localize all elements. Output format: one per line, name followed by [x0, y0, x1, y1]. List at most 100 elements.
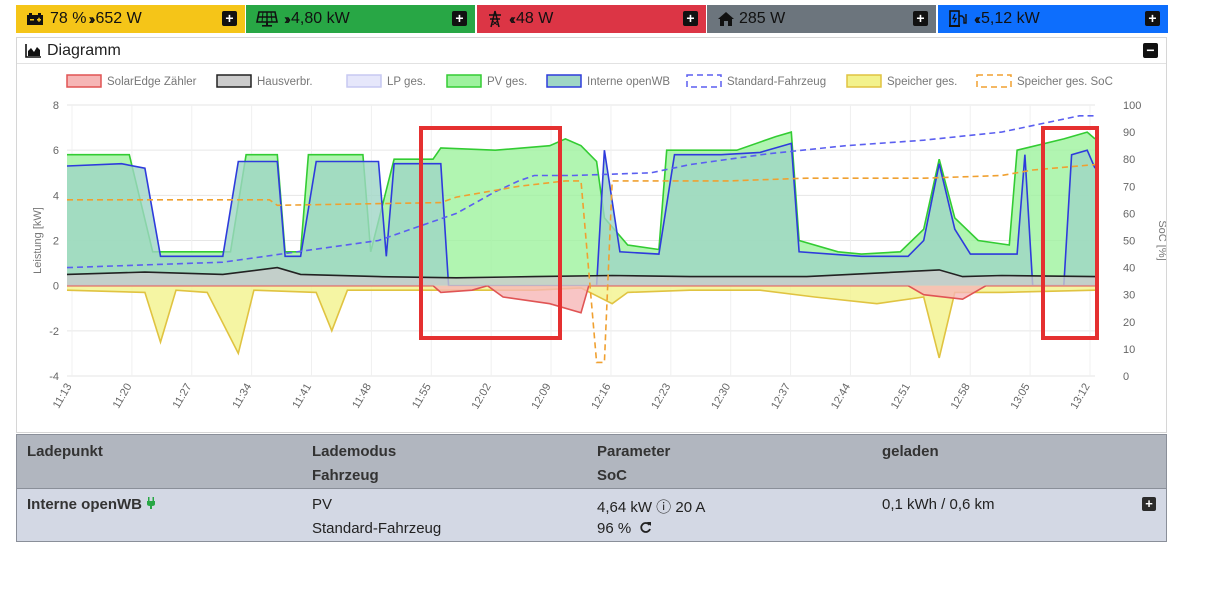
double-chevron-right-icon: ››	[284, 10, 291, 28]
y2-tick-label: 90	[1123, 127, 1135, 139]
x-tick-label: 11:27	[171, 382, 195, 411]
power-chart: -4 -2 0 2 4 6 8 11:13 11:20 11:27 11:34 11:41 11:48 1…	[32, 74, 1166, 412]
expand-grid-button[interactable]: +	[683, 11, 698, 26]
y2-tick-label: 30	[1123, 290, 1135, 302]
y2-tick-label: 80	[1123, 154, 1135, 166]
x-tick-label: 12:51	[889, 382, 913, 412]
vehicle-name[interactable]: Standard-Fahrzeug	[312, 520, 441, 537]
y2-tick-label: 60	[1123, 208, 1135, 220]
house-power: 285 W	[739, 10, 786, 27]
diagram-title: Diagramm	[47, 41, 121, 59]
y2-axis-label: SoC [%]	[1156, 220, 1166, 260]
legend-swatch	[976, 74, 1012, 88]
double-chevron-left-icon: ‹‹	[509, 10, 516, 28]
plug-icon	[146, 496, 156, 514]
battery-charging-icon	[26, 12, 46, 26]
double-chevron-left-icon: ‹‹	[974, 10, 981, 28]
refresh-icon[interactable]	[639, 521, 652, 538]
chargepoints-status-tile[interactable]: ‹‹ 5,12 kW +	[938, 5, 1168, 33]
legend-label[interactable]: SolarEdge Zähler	[107, 76, 197, 88]
legend-label[interactable]: Hausverbr.	[257, 76, 313, 88]
x-tick-label: 11:41	[290, 382, 314, 411]
y-tick-label: 4	[53, 190, 59, 202]
header-ladepunkt: Ladepunkt	[27, 443, 103, 460]
y2-tick-label: 50	[1123, 236, 1135, 248]
y-tick-label: 8	[53, 100, 59, 112]
grid-status-tile[interactable]: ‹‹ 48 W +	[477, 5, 706, 33]
legend-label[interactable]: Interne openWB	[587, 76, 670, 88]
legend-label[interactable]: LP ges.	[387, 76, 426, 88]
legend-label[interactable]: Standard-Fahrzeug	[727, 76, 826, 88]
header-fahrzeug: Fahrzeug	[312, 467, 379, 484]
legend-swatch	[846, 74, 882, 88]
y-axis-label: Leistung [kW]	[32, 207, 44, 274]
collapse-diagram-button[interactable]: −	[1143, 43, 1158, 58]
x-tick-label: 12:37	[769, 382, 793, 412]
expand-chargepoints-button[interactable]: +	[1145, 11, 1160, 26]
chargepoint-name: Interne openWB	[27, 496, 156, 514]
y-tick-label: 0	[53, 281, 59, 293]
charge-parameter: 4,64 kW ⓘ 20 A	[597, 499, 706, 516]
power-pole-icon	[487, 10, 503, 28]
legend-label[interactable]: Speicher ges.	[887, 76, 957, 88]
y-tick-label: 6	[53, 145, 59, 157]
status-bar: 78 % ›› 652 W + ›› 4,80 kW + ‹‹ 48 W + 2…	[16, 5, 1168, 33]
grid-power: 48 W	[516, 10, 554, 27]
y2-tick-label: 20	[1123, 317, 1135, 329]
x-tick-label: 11:13	[51, 382, 75, 411]
chargepoints-power: 5,12 kW	[981, 10, 1040, 27]
home-icon	[717, 11, 735, 27]
double-chevron-right-icon: ››	[88, 10, 95, 28]
table-header: Ladepunkt Lademodus Fahrzeug Parameter S…	[17, 435, 1166, 489]
expand-chargepoint-button[interactable]: +	[1142, 497, 1156, 511]
x-tick-label: 11:20	[111, 382, 135, 411]
y-tick-label: -4	[49, 371, 59, 383]
header-parameter: Parameter	[597, 443, 671, 460]
pv-power: 4,80 kW	[291, 10, 350, 27]
area-chart-icon	[25, 43, 41, 58]
charge-mode[interactable]: PV	[312, 496, 332, 513]
y2-tick-label: 10	[1123, 344, 1135, 356]
expand-house-button[interactable]: +	[913, 11, 928, 26]
pv-status-tile[interactable]: ›› 4,80 kW +	[246, 5, 475, 33]
header-lademodus: Lademodus	[312, 443, 397, 460]
expand-battery-button[interactable]: +	[222, 11, 237, 26]
table-row[interactable]: Interne openWB PV Standard-Fahrzeug 4,64…	[17, 489, 1166, 541]
vehicle-soc: 96 %	[597, 520, 652, 538]
battery-soc: 78 %	[50, 10, 87, 27]
battery-status-tile[interactable]: 78 % ›› 652 W +	[16, 5, 245, 33]
x-tick-label: 13:05	[1009, 382, 1033, 412]
x-tick-label: 12:16	[589, 382, 613, 412]
y-tick-label: 2	[53, 236, 59, 248]
chargepoint-name-text: Interne openWB	[27, 496, 142, 513]
x-tick-label: 12:02	[470, 382, 494, 412]
house-status-tile[interactable]: 285 W +	[707, 5, 936, 33]
diagram-header[interactable]: Diagramm −	[17, 38, 1166, 64]
legend-label[interactable]: PV ges.	[487, 76, 527, 88]
vehicle-soc-text: 96 %	[597, 520, 632, 537]
y2-tick-label: 0	[1123, 371, 1129, 383]
x-tick-label: 11:48	[350, 382, 374, 411]
x-tick-label: 12:58	[949, 382, 973, 412]
x-tick-label: 12:44	[829, 382, 853, 412]
legend-swatch	[346, 74, 382, 88]
charging-station-icon	[948, 10, 968, 28]
x-tick-label: 13:12	[1068, 382, 1092, 412]
legend-swatch	[446, 74, 482, 88]
expand-pv-button[interactable]: +	[452, 11, 467, 26]
diagram-card: Diagramm − -4 -2 0 2 4 6 8 11:13 11:20 11:27 11:34…	[16, 37, 1167, 433]
legend-label[interactable]: Speicher ges. SoC	[1017, 76, 1113, 88]
chargepoint-table: Ladepunkt Lademodus Fahrzeug Parameter S…	[16, 434, 1167, 542]
charged-energy: 0,1 kWh / 0,6 km	[882, 496, 995, 513]
y2-tick-label: 70	[1123, 181, 1135, 193]
legend-swatch	[686, 74, 722, 88]
y-tick-label: -2	[49, 326, 59, 338]
x-tick-label: 12:23	[649, 382, 673, 412]
header-soc: SoC	[597, 467, 627, 484]
legend-swatch	[216, 74, 252, 88]
y2-tick-label: 40	[1123, 263, 1135, 275]
y2-tick-label: 100	[1123, 100, 1141, 112]
x-tick-label: 11:34	[230, 382, 254, 411]
battery-power: 652 W	[95, 10, 142, 27]
header-geladen: geladen	[882, 443, 939, 460]
